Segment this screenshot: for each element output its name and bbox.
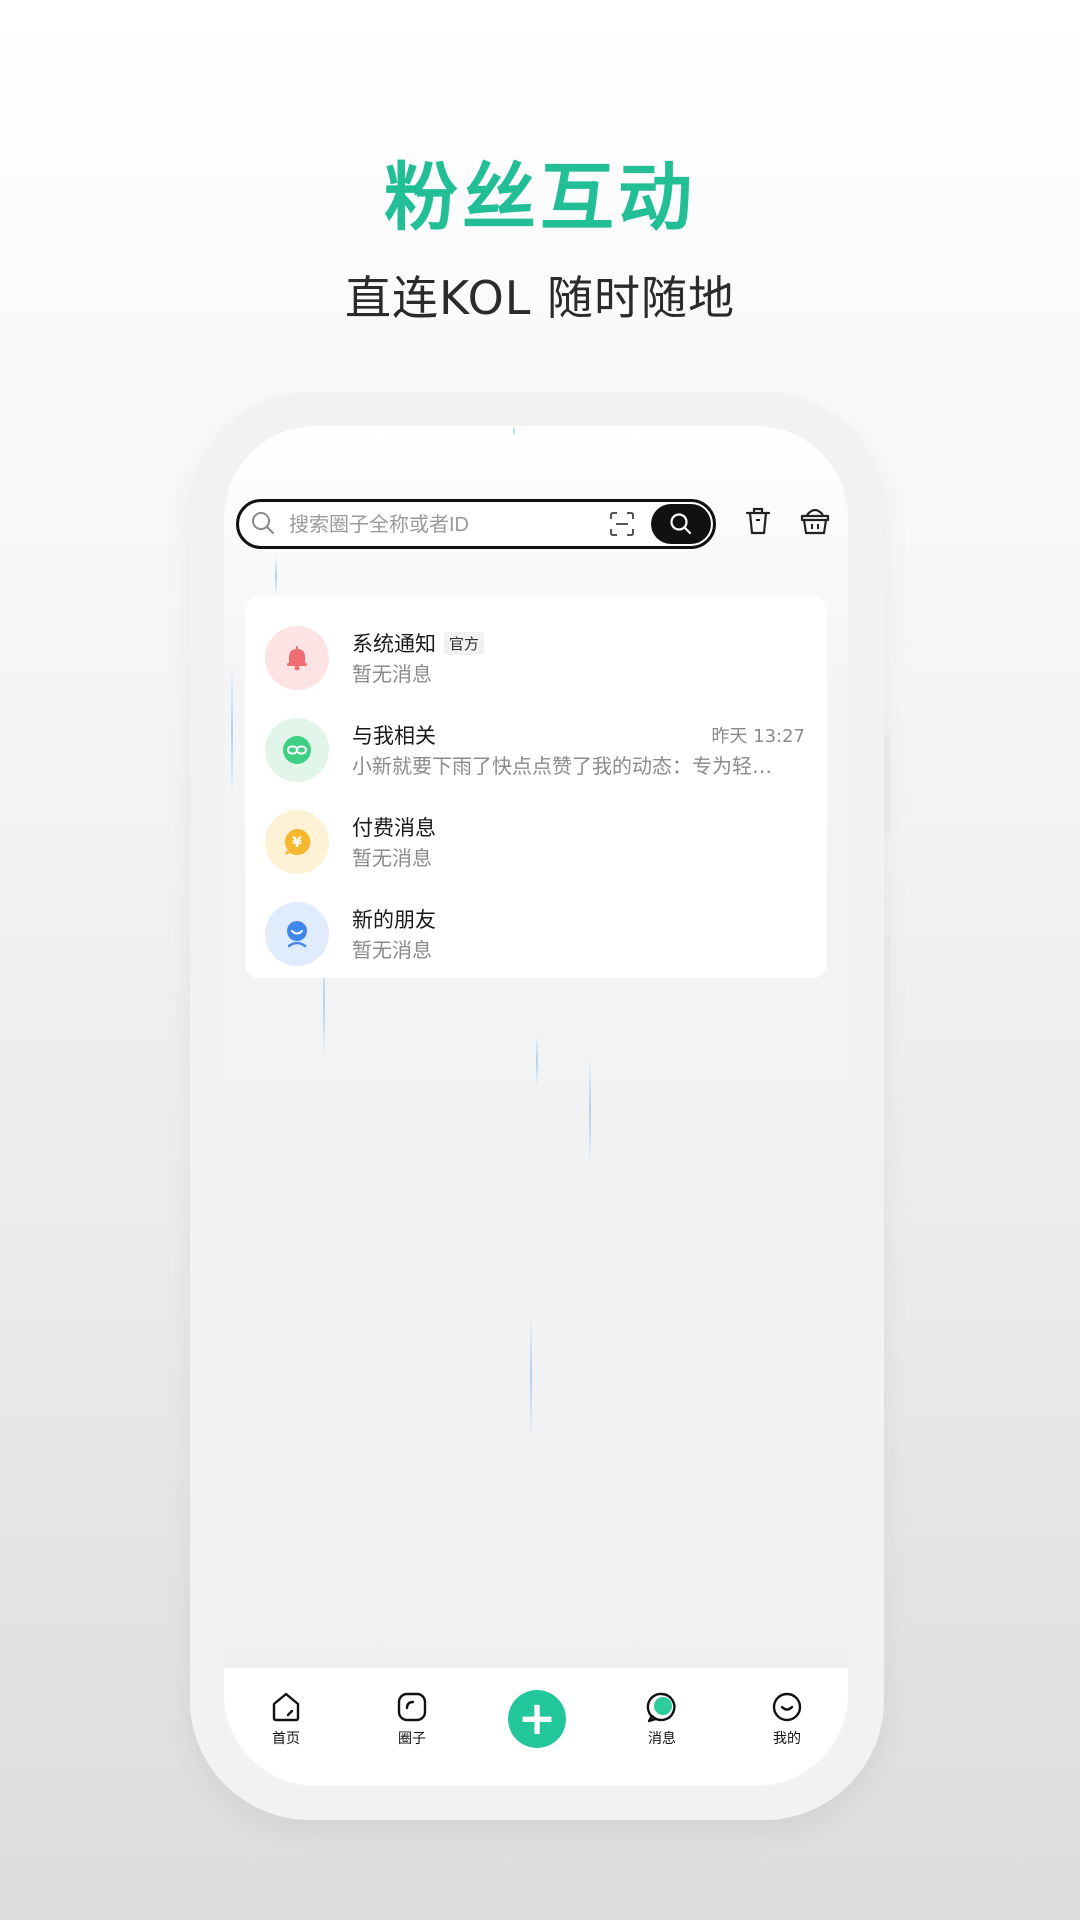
bell-icon	[287, 646, 307, 671]
search-icon	[670, 513, 692, 535]
friend-icon	[287, 921, 307, 948]
nav-circle[interactable]: 圈子	[372, 1690, 452, 1748]
rain-streak	[536, 1036, 538, 1086]
nav-mine-label: 我的	[773, 1731, 801, 1747]
search-input[interactable]	[287, 508, 591, 542]
svg-text:¥: ¥	[292, 835, 302, 851]
message-subtitle: 暂无消息	[352, 662, 432, 686]
message-title: 与我相关	[352, 724, 436, 748]
search-icon	[252, 512, 274, 534]
rain-streak	[589, 1056, 591, 1166]
rain-streak	[275, 556, 277, 596]
message-list: 系统通知 官方 暂无消息 与我相关 昨天 13:27 小新就要下雨了快点点赞了我的…	[245, 596, 827, 978]
rain-streak	[231, 666, 233, 796]
nav-messages[interactable]: 消息	[622, 1690, 702, 1748]
avatar: ¥	[265, 810, 329, 874]
message-subtitle: 暂无消息	[352, 938, 432, 962]
avatar	[265, 626, 329, 690]
link-icon	[283, 736, 311, 764]
add-button[interactable]: +	[508, 1690, 566, 1748]
message-title: 新的朋友	[352, 908, 436, 932]
nav-circle-label: 圈子	[398, 1731, 426, 1747]
message-time: 昨天 13:27	[711, 726, 805, 747]
phone-screen: 系统通知官方 暂无消息 与我相关 昨天 13:27 小新就要下雨了快点点赞了我的…	[224, 426, 848, 1786]
plus-icon: +	[517, 1691, 557, 1745]
profile-icon	[772, 1692, 802, 1722]
scan-icon[interactable]	[609, 511, 635, 537]
message-item-related[interactable]: 与我相关 昨天 13:27 小新就要下雨了快点点赞了我的动态：专为轻…	[245, 702, 827, 794]
message-item-system[interactable]: 系统通知 官方 暂无消息	[245, 610, 827, 702]
basket-icon[interactable]	[798, 504, 832, 538]
message-title: 系统通知 官方	[352, 628, 485, 658]
phone-side-button	[884, 935, 890, 1125]
message-icon	[646, 1692, 676, 1723]
bottom-nav: 首页 圈子 + 消息 我的	[224, 1668, 848, 1786]
home-icon	[272, 1692, 300, 1722]
nav-home[interactable]: 首页	[246, 1690, 326, 1748]
search-bar[interactable]	[236, 499, 716, 549]
phone-side-button	[884, 735, 890, 835]
rain-streak	[530, 1316, 532, 1436]
message-item-friends[interactable]: 新的朋友 暂无消息	[245, 886, 827, 978]
message-item-paid[interactable]: ¥ 付费消息 暂无消息	[245, 794, 827, 886]
subheadline: 直连KOL 随时随地	[344, 271, 736, 325]
trash-icon[interactable]	[741, 504, 775, 538]
rain-streak	[513, 426, 515, 436]
headline: 粉丝互动	[384, 155, 696, 241]
search-button[interactable]	[651, 504, 711, 544]
circle-icon	[397, 1692, 427, 1722]
official-tag: 官方	[444, 632, 485, 655]
message-subtitle: 小新就要下雨了快点点赞了我的动态：专为轻…	[352, 754, 772, 778]
avatar	[265, 902, 329, 966]
coin-icon: ¥	[284, 828, 311, 855]
message-title: 付费消息	[352, 816, 436, 840]
nav-messages-label: 消息	[648, 1731, 676, 1747]
nav-home-label: 首页	[272, 1731, 300, 1747]
nav-mine[interactable]: 我的	[747, 1690, 827, 1748]
avatar	[265, 718, 329, 782]
message-subtitle: 暂无消息	[352, 846, 432, 870]
